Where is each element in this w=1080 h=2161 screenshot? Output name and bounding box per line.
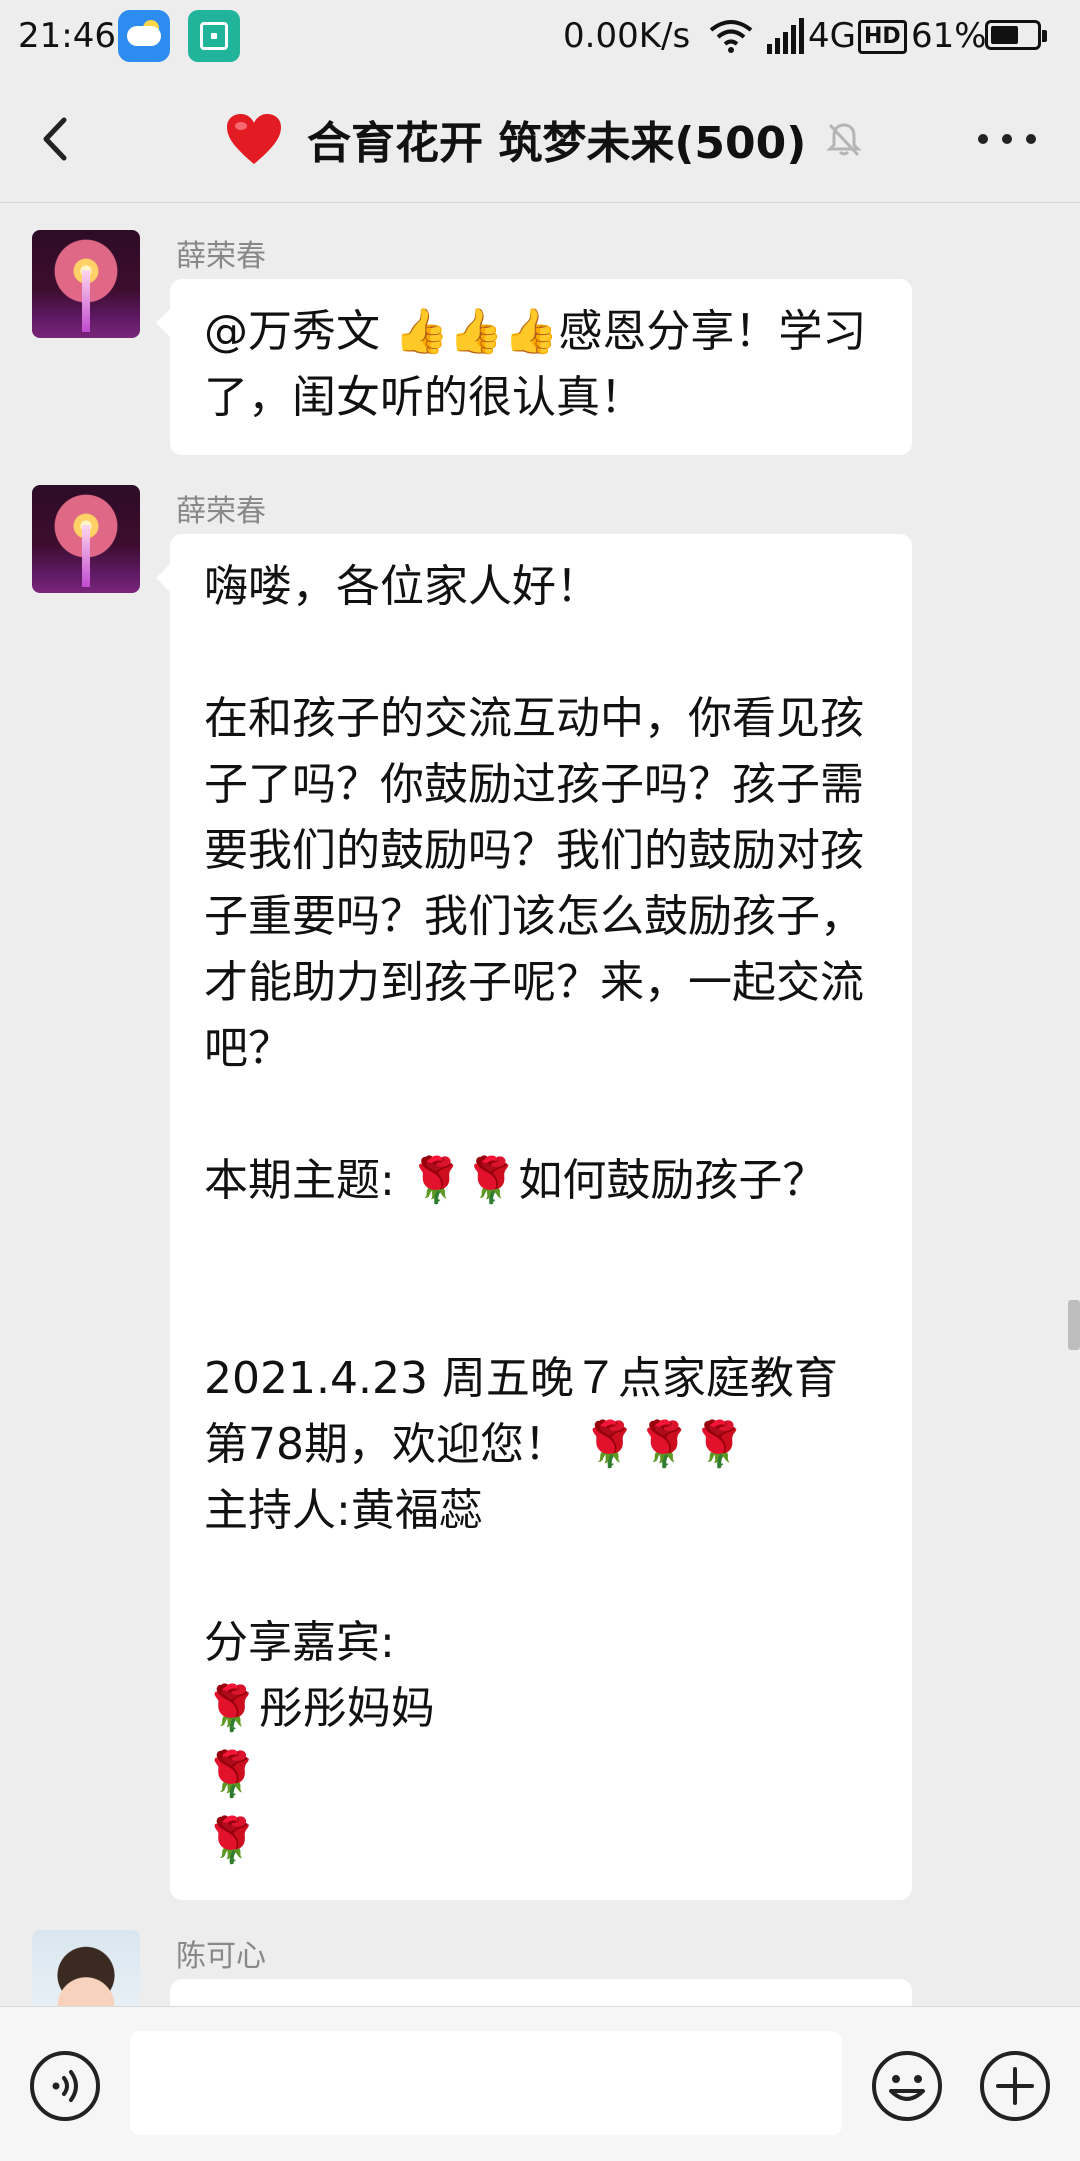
input-bar (0, 2006, 1080, 2161)
battery-icon (985, 20, 1047, 50)
battery-percent: 61% (911, 16, 987, 56)
sender-name: 陈可心 (176, 1939, 266, 1974)
mute-bell-icon (826, 123, 863, 157)
message-list[interactable]: 薛荣春 @万秀文 👍👍👍感恩分享！学习了，闺女听的很认真！ 薛荣春 嗨喽，各位家… (0, 203, 1080, 2006)
avatar[interactable] (32, 485, 140, 593)
message-bubble[interactable] (170, 1979, 912, 2006)
status-bar: 21:46 0.00K/s 4G HD 61% (0, 0, 1080, 76)
scanner-icon (188, 10, 240, 62)
chat-title-group: 合育花开 筑梦未来(500) (225, 104, 864, 174)
hd-badge: HD (858, 20, 907, 54)
message-bubble[interactable]: 嗨喽，各位家人好！ 在和孩子的交流互动中，你看见孩子了吗？你鼓励过孩子吗？孩子需… (156, 534, 912, 1900)
chat-header: 合育花开 筑梦未来(500) (0, 76, 1080, 203)
back-arrow-icon[interactable] (28, 106, 88, 172)
message-input[interactable] (130, 2031, 842, 2135)
net-speed: 0.00K/s (563, 16, 691, 56)
avatar[interactable] (32, 230, 140, 338)
avatar[interactable] (32, 1930, 140, 2006)
message-bubble[interactable]: @万秀文 👍👍👍感恩分享！学习了，闺女听的很认真！ (156, 279, 912, 455)
heart-icon (227, 114, 281, 164)
weather-icon (118, 10, 170, 62)
wifi-icon (709, 20, 753, 53)
sender-name: 薛荣春 (176, 239, 266, 274)
more-options-icon[interactable] (972, 116, 1042, 162)
sender-name: 薛荣春 (176, 494, 266, 529)
signal-icon (767, 18, 804, 54)
add-more-icon[interactable] (978, 2049, 1052, 2123)
status-time: 21:46 (18, 16, 116, 56)
chat-title: 合育花开 筑梦未来(500) (307, 118, 807, 169)
emoji-icon[interactable] (870, 2049, 944, 2123)
voice-input-icon[interactable] (28, 2049, 102, 2123)
scroll-indicator[interactable] (1068, 1300, 1080, 1350)
network-type: 4G (808, 16, 856, 56)
